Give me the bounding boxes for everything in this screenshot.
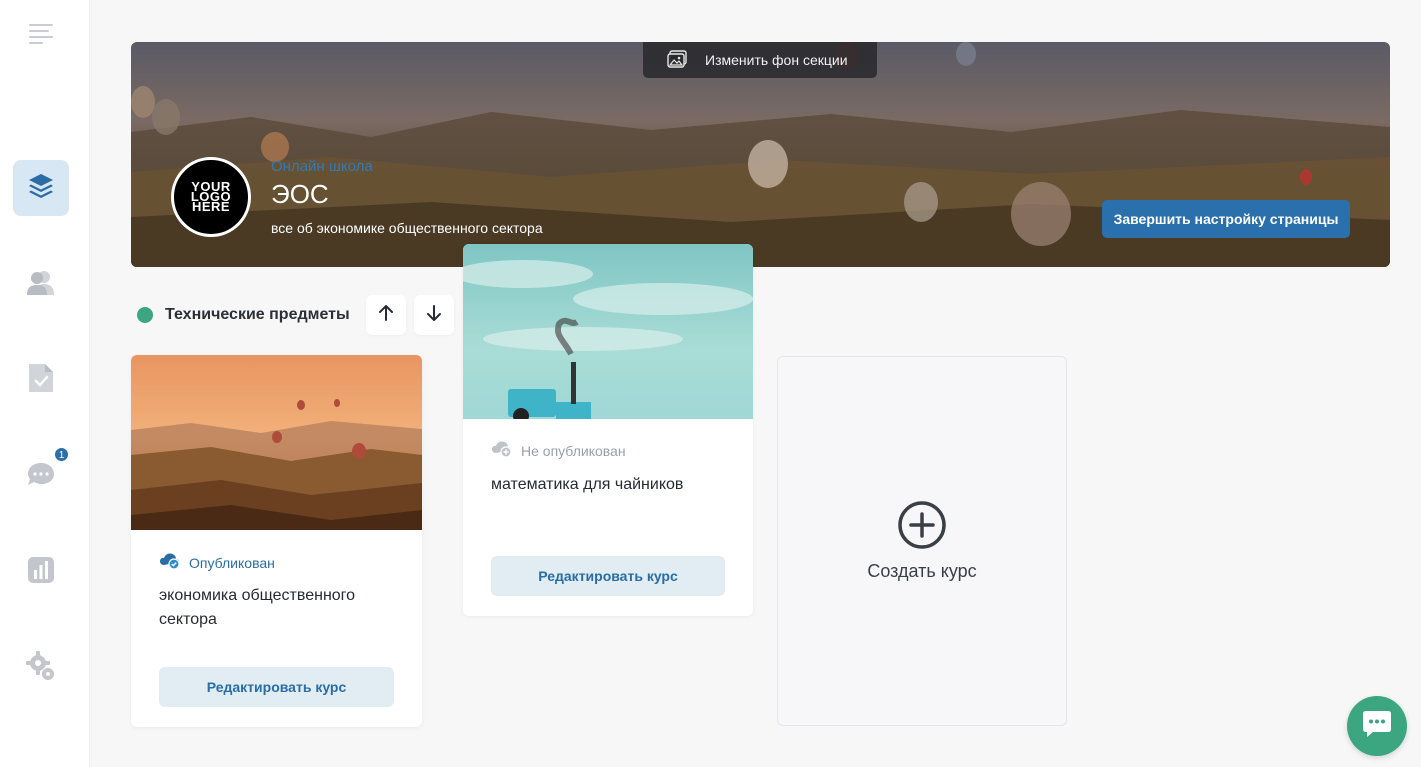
school-label: Онлайн школа: [271, 158, 373, 175]
change-background-button[interactable]: Изменить фон секции: [643, 42, 877, 78]
course-card[interactable]: Опубликован экономика общественного сект…: [131, 355, 422, 727]
analytics-icon: [27, 556, 55, 589]
section-title: Технические предметы: [165, 306, 350, 323]
chat-bubble-icon: [26, 460, 56, 493]
arrow-down-icon: [426, 304, 442, 327]
arrow-up-icon: [378, 304, 394, 327]
course-title: математика для чайников: [491, 476, 684, 493]
edit-course-button[interactable]: Редактировать курс: [159, 667, 394, 707]
sidebar-item-tasks[interactable]: [13, 352, 69, 408]
course-card[interactable]: Не опубликован математика для чайников Р…: [463, 244, 753, 616]
sidebar-item-settings[interactable]: [13, 640, 69, 696]
users-icon: [26, 267, 56, 302]
move-section-down-button[interactable]: [414, 295, 454, 335]
course-title: экономика общественного сектора: [159, 587, 356, 628]
task-check-icon: [27, 362, 55, 399]
create-course-card[interactable]: Создать курс: [777, 356, 1067, 726]
menu-icon[interactable]: [28, 22, 54, 44]
course-status-label: Опубликован: [189, 554, 275, 571]
course-status: Не опубликован: [491, 440, 626, 461]
sidebar-item-analytics[interactable]: [13, 544, 69, 600]
section-banner: Изменить фон секции YOUR LOGO HERE Онлай…: [131, 42, 1390, 267]
sidebar: 1: [0, 0, 90, 767]
layers-icon: [27, 172, 55, 205]
course-cover-image: [463, 244, 753, 419]
plus-circle-icon: [897, 500, 947, 555]
logo-line-3: HERE: [191, 199, 231, 214]
chat-icon: [1361, 709, 1393, 744]
course-status: Опубликован: [159, 552, 275, 573]
change-background-label: Изменить фон секции: [705, 52, 848, 68]
messages-badge: 1: [54, 447, 69, 462]
gear-icon: [25, 650, 57, 687]
finish-setup-button[interactable]: Завершить настройку страницы: [1102, 200, 1350, 238]
course-status-label: Не опубликован: [521, 442, 626, 459]
section-status-dot: [137, 307, 153, 323]
create-course-label: Создать курс: [867, 561, 977, 581]
edit-course-button[interactable]: Редактировать курс: [491, 556, 725, 596]
school-description: все об экономике общественного сектора: [271, 220, 543, 236]
support-chat-button[interactable]: [1347, 696, 1407, 756]
school-name: ЭОС: [271, 179, 329, 209]
sidebar-item-courses[interactable]: [13, 160, 69, 216]
published-cloud-icon: [159, 552, 181, 573]
school-logo: YOUR LOGO HERE: [171, 157, 251, 237]
sidebar-item-users[interactable]: [13, 256, 69, 312]
move-section-up-button[interactable]: [366, 295, 406, 335]
course-cover-image: [131, 355, 422, 530]
image-icon: [667, 49, 687, 71]
unpublished-cloud-icon: [491, 440, 513, 461]
